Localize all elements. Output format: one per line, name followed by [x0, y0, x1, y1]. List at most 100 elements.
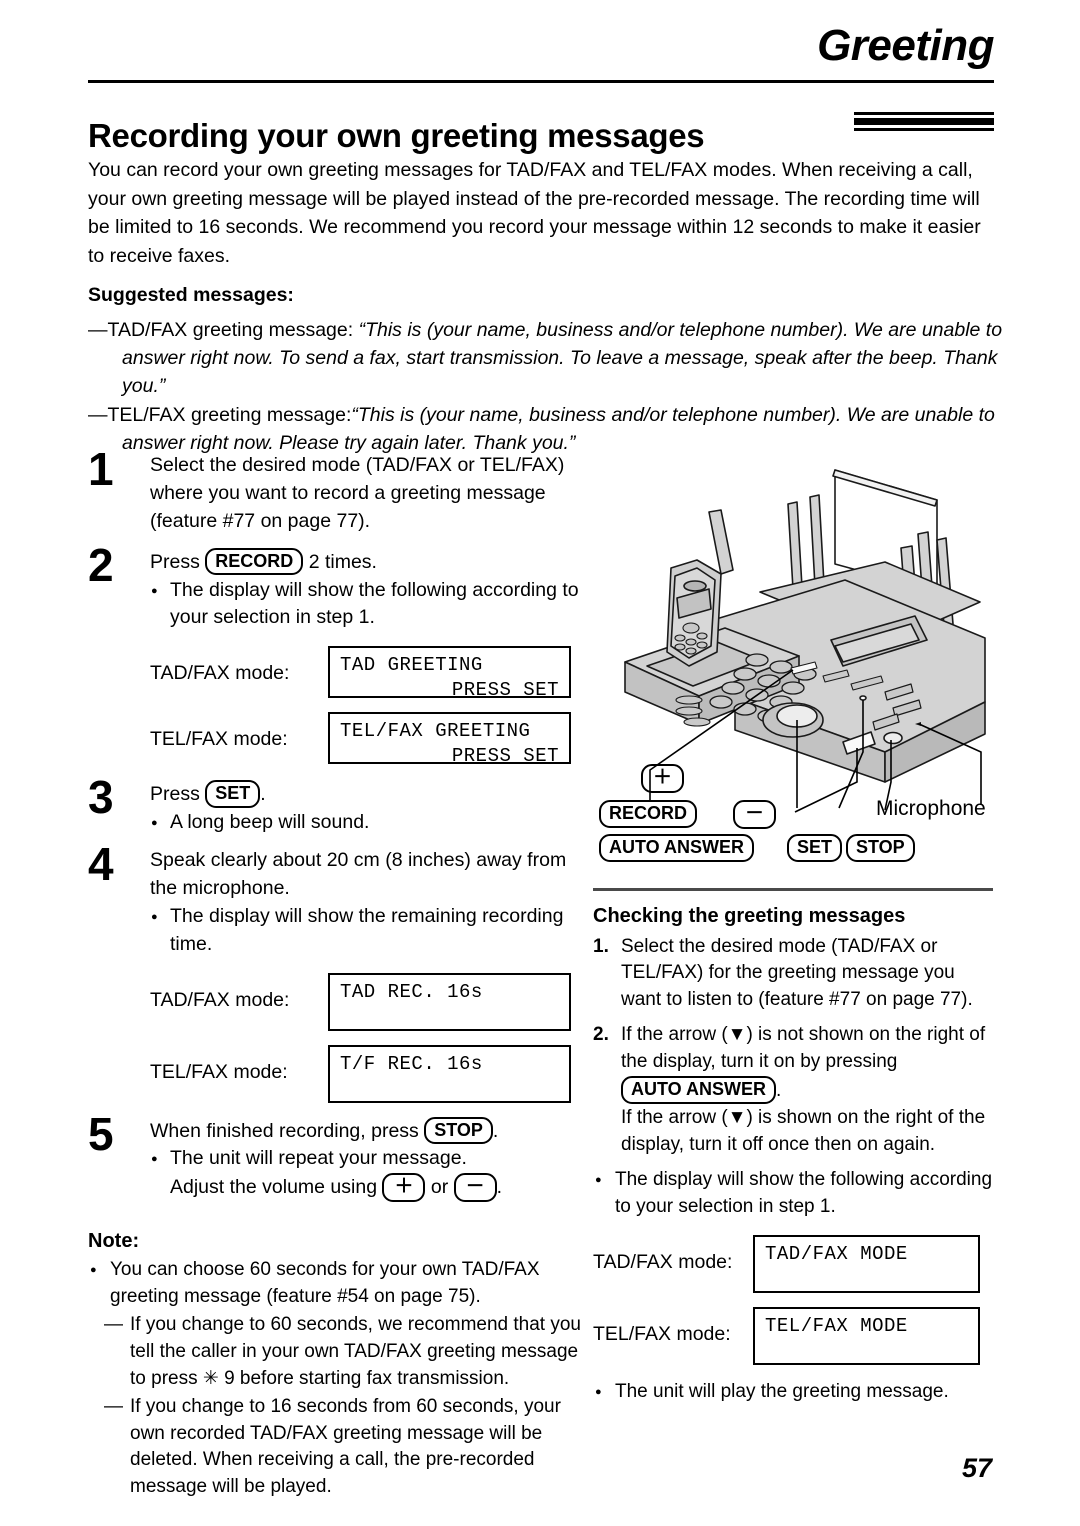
lcd-display-tadfax-mode: TAD/FAX MODE [753, 1235, 980, 1294]
step-2-display-row-telfax: TEL/FAX mode: TEL/FAX GREETING PRESS SET [150, 712, 593, 767]
note-heading: Note: [88, 1230, 140, 1253]
auto-answer-callout-key[interactable]: AUTO ANSWER [599, 834, 754, 862]
checking-item-2-more: If the arrow (▼) is shown on the right o… [621, 1107, 986, 1156]
step-1-number: 1 [88, 443, 114, 495]
step-5-instruction: When finished recording, press STOP. [150, 1116, 593, 1146]
step-5-number: 5 [88, 1107, 114, 1160]
intro-paragraph: You can record your own greeting message… [88, 159, 981, 267]
step-1: 1 Select the desired mode (TAD/FAX or TE… [88, 446, 593, 536]
step-5-lead-before: When finished recording, press [150, 1119, 425, 1142]
checking-item-1-number: 1. [593, 935, 609, 957]
step-5-lead-after: . [492, 1119, 499, 1142]
suggested-lead-0: TAD/FAX greeting message: [107, 319, 359, 342]
step-2-lead-before: Press [150, 550, 206, 573]
set-callout-key[interactable]: SET [787, 834, 843, 862]
lcd-display-tad-rec: TAD REC. 16s [328, 972, 571, 1031]
stop-callout-key[interactable]: STOP [846, 834, 915, 862]
lcd-line1: TAD REC. 16s [340, 980, 483, 1003]
right-column: ＋ RECORD － AUTO ANSWER SET STOP Micropho… [593, 452, 993, 1408]
step-5-body: When finished recording, press STOP. The… [150, 1116, 593, 1203]
note-block: Note: You can choose 60 seconds for your… [88, 1230, 593, 1500]
suggested-messages-heading: Suggested messages: [88, 284, 294, 307]
lcd-line1: TEL/FAX MODE [765, 1315, 908, 1338]
step-5-bullet: The unit will repeat your message. Adjus… [150, 1145, 593, 1202]
step-4-display-row-telfax: TEL/FAX mode: T/F REC. 16s [150, 1044, 593, 1103]
checking-display-row-tadfax: TAD/FAX mode: TAD/FAX MODE [593, 1235, 993, 1294]
note-subitem-0: If you change to 60 seconds, we recommen… [88, 1312, 593, 1392]
checking-item-2-text-after: . [776, 1080, 782, 1102]
step-3-lead-after: . [260, 783, 266, 806]
checking-display-row-telfax: TEL/FAX mode: TEL/FAX MODE [593, 1307, 993, 1366]
microphone-label: Microphone [876, 797, 986, 820]
checking-item-1-text: Select the desired mode (TAD/FAX or TEL/… [621, 935, 973, 1011]
step-2-display-row-tadfax: TAD/FAX mode: TAD GREETING PRESS SET [150, 646, 593, 701]
lcd-display-tf-rec: T/F REC. 16s [328, 1044, 571, 1103]
step-5-volume-after: . [496, 1176, 503, 1199]
lcd-line1: TAD GREETING [340, 654, 483, 677]
step-5-volume-mid: or [425, 1176, 454, 1199]
note-subitem-1: If you change to 16 seconds from 60 seco… [88, 1394, 593, 1500]
step-4-display-row-tadfax: TAD/FAX mode: TAD REC. 16s [150, 972, 593, 1031]
step-5-volume-lead: Adjust the volume using [170, 1176, 383, 1199]
step-5-bullet-line1: The unit will repeat your message. [170, 1147, 467, 1170]
step-2-instruction: Press RECORD 2 times. [150, 547, 593, 577]
record-key[interactable]: RECORD [205, 547, 304, 576]
section-divider [593, 888, 993, 891]
lcd-line2: PRESS SET [451, 678, 559, 701]
chapter-tab: Greeting [817, 21, 994, 70]
volume-up-key[interactable]: ＋ [382, 1173, 426, 1202]
suggested-dash-0: — [88, 319, 108, 342]
checking-item-2-text-before: If the arrow (▼) is not shown on the rig… [621, 1024, 986, 1073]
checking-final-bullet: The unit will play the greeting message. [593, 1379, 993, 1406]
step-5: 5 When finished recording, press STOP. T… [88, 1111, 593, 1203]
suggested-message-tadfax: —TAD/FAX greeting message: “This is (you… [88, 317, 1027, 400]
step-5-bullet-line2: Adjust the volume using ＋ or －. [170, 1173, 593, 1202]
fax-machine-illustration: ＋ RECORD － AUTO ANSWER SET STOP Micropho… [593, 452, 993, 872]
step-2-number: 2 [88, 538, 114, 591]
checking-display-label-tadfax: TAD/FAX mode: [593, 1251, 733, 1274]
suggested-lead-1: TEL/FAX greeting message: [107, 404, 352, 427]
header-rule [88, 80, 994, 83]
checking-display-label-telfax: TEL/FAX mode: [593, 1323, 731, 1346]
step-4-display-label-telfax: TEL/FAX mode: [150, 1060, 288, 1083]
step-2-body: Press RECORD 2 times. The display will s… [150, 547, 593, 767]
step-2-bullet: The display will show the following acco… [150, 577, 593, 633]
set-key[interactable]: SET [205, 780, 261, 808]
checking-bullet: The display will show the following acco… [593, 1167, 993, 1221]
suggested-dash-1: — [88, 404, 108, 427]
volume-down-callout-key[interactable]: － [733, 800, 777, 829]
step-4-text: Speak clearly about 20 cm (8 inches) awa… [150, 849, 567, 899]
left-column: 1 Select the desired mode (TAD/FAX or TE… [88, 446, 593, 1502]
title-decoration-bars [854, 112, 994, 131]
page-title: Recording your own greeting messages [88, 117, 705, 155]
volume-down-key[interactable]: － [453, 1173, 497, 1202]
step-4-bullet: The display will show the remaining reco… [150, 903, 593, 959]
record-callout-key[interactable]: RECORD [599, 800, 698, 828]
checking-heading: Checking the greeting messages [593, 904, 906, 927]
volume-up-callout-key[interactable]: ＋ [641, 764, 685, 793]
lcd-line2: PRESS SET [451, 744, 559, 767]
note-item-0: You can choose 60 seconds for your own T… [88, 1257, 593, 1310]
lcd-display-telfax-mode: TEL/FAX MODE [753, 1307, 980, 1366]
lcd-display-telfax-greeting: TEL/FAX GREETING PRESS SET [328, 712, 571, 767]
checking-item-1: 1. Select the desired mode (TAD/FAX or TE… [593, 934, 993, 1015]
step-4-number: 4 [88, 838, 114, 890]
step-1-text: Select the desired mode (TAD/FAX or TEL/… [150, 454, 565, 532]
step-2-display-label-telfax: TEL/FAX mode: [150, 728, 288, 751]
stop-key[interactable]: STOP [424, 1116, 493, 1144]
step-2: 2 Press RECORD 2 times. The display will… [88, 542, 593, 767]
step-3: 3 Press SET. A long beep will sound. [88, 774, 593, 837]
step-3-body: Press SET. A long beep will sound. [150, 780, 593, 837]
step-2-display-label-tadfax: TAD/FAX mode: [150, 662, 290, 685]
auto-answer-key[interactable]: AUTO ANSWER [621, 1076, 776, 1104]
checking-item-2: 2. If the arrow (▼) is not shown on the r… [593, 1022, 993, 1159]
step-3-bullet: A long beep will sound. [150, 809, 593, 837]
step-3-number: 3 [88, 771, 114, 824]
manual-page: Greeting Recording your own greeting mes… [0, 0, 1080, 1526]
step-3-instruction: Press SET. [150, 780, 593, 809]
step-4-body: Speak clearly about 20 cm (8 inches) awa… [150, 847, 593, 1103]
lcd-line1: TAD/FAX MODE [765, 1243, 908, 1266]
suggested-message-telfax: —TEL/FAX greeting message:“This is (your… [88, 402, 1027, 457]
lcd-display-tad-greeting: TAD GREETING PRESS SET [328, 646, 571, 701]
step-2-lead-after: 2 times. [303, 550, 377, 573]
